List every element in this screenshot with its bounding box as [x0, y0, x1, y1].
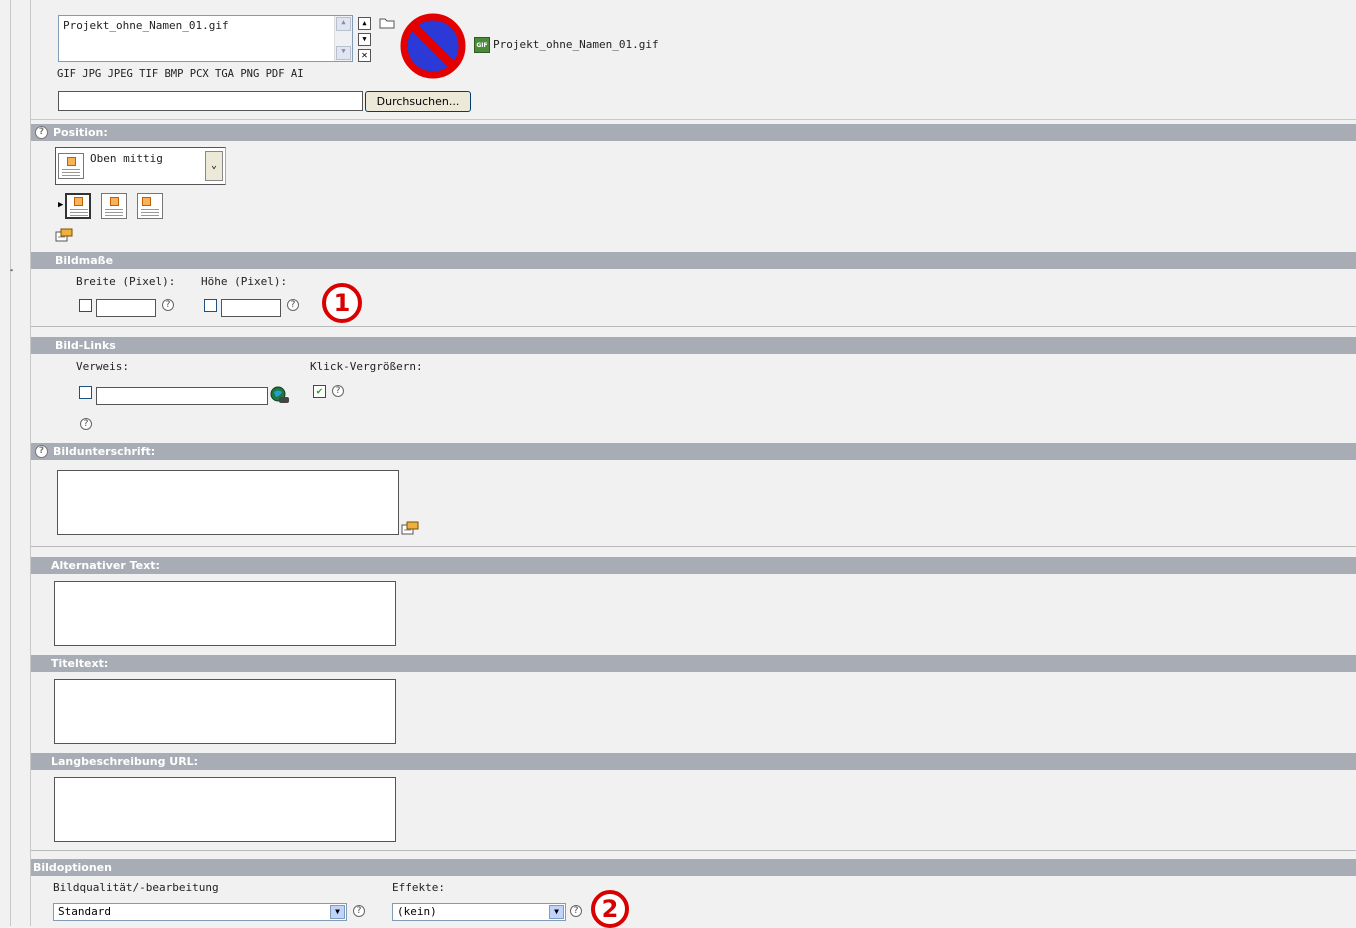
quality-selected-value: Standard — [58, 905, 111, 918]
file-section-divider — [31, 119, 1356, 120]
link-input[interactable] — [96, 387, 268, 405]
caption-header: ? Bildunterschrift: — [31, 443, 1356, 460]
link-browser-globe-icon[interactable] — [270, 386, 290, 407]
effects-label: Effekte: — [392, 881, 445, 894]
collapse-arrow-icon[interactable]: ◂ — [9, 266, 13, 274]
effects-select[interactable]: (kein) ▼ — [392, 903, 566, 921]
height-input[interactable] — [221, 299, 281, 317]
help-icon[interactable]: ? — [35, 126, 48, 139]
position-option-3[interactable] — [137, 193, 163, 219]
remove-icon[interactable]: ✕ — [358, 49, 371, 62]
thumbnail-filename[interactable]: Projekt_ohne_Namen_01.gif — [493, 38, 659, 51]
position-header: ? Position: — [31, 124, 1356, 141]
move-down-icon[interactable]: ▼ — [358, 33, 371, 46]
link-label: Verweis: — [76, 360, 129, 373]
options-header: Bildoptionen — [31, 859, 1356, 876]
left-gutter — [0, 0, 11, 926]
quality-label: Bildqualität/-bearbeitung — [53, 881, 219, 894]
title-text-textarea[interactable] — [54, 679, 396, 744]
position-select[interactable]: Oben mittig ⌄ — [55, 147, 226, 185]
click-enlarge-checkbox[interactable]: ✔ — [313, 385, 326, 398]
caption-textarea[interactable] — [57, 470, 399, 535]
effects-chevron-down-icon[interactable]: ▼ — [549, 905, 564, 919]
position-option-1[interactable] — [65, 193, 91, 219]
scroll-up-icon[interactable]: ▲ — [336, 17, 351, 31]
file-list-scrollbar[interactable]: ▲ ▼ — [334, 16, 352, 61]
height-help-icon[interactable]: ? — [287, 299, 299, 311]
dimensions-divider — [31, 326, 1356, 327]
caption-header-label: Bildunterschrift: — [53, 445, 156, 458]
quality-select[interactable]: Standard ▼ — [53, 903, 347, 921]
quality-chevron-down-icon[interactable]: ▼ — [330, 905, 345, 919]
caption-header-help-icon[interactable]: ? — [35, 445, 48, 458]
file-upload-input[interactable] — [58, 91, 363, 111]
longdesc-divider — [31, 850, 1356, 851]
move-up-icon[interactable]: ▲ — [358, 17, 371, 30]
width-label: Breite (Pixel): — [76, 275, 176, 288]
height-label: Höhe (Pixel): — [201, 275, 288, 288]
position-preview-icon — [58, 153, 84, 179]
scroll-down-icon[interactable]: ▼ — [336, 46, 351, 60]
position-option-2[interactable] — [101, 193, 127, 219]
gif-file-icon: GIF — [474, 37, 490, 53]
links-header: Bild-Links — [31, 337, 1356, 354]
dimensions-header: Bildmaße — [31, 252, 1356, 269]
alt-text-header: Alternativer Text: — [31, 557, 1356, 574]
effects-help-icon[interactable]: ? — [570, 905, 582, 917]
file-list[interactable]: Projekt_ohne_Namen_01.gif ▲ ▼ — [58, 15, 353, 62]
width-help-icon[interactable]: ? — [162, 299, 174, 311]
link-help-icon[interactable]: ? — [80, 418, 92, 430]
browse-button[interactable]: Durchsuchen... — [365, 91, 471, 112]
annotation-badge-1: 1 — [322, 283, 362, 323]
longdesc-textarea[interactable] — [54, 777, 396, 842]
link-checkbox[interactable] — [79, 386, 92, 399]
allowed-file-types: GIF JPG JPEG TIF BMP PCX TGA PNG PDF AI — [57, 68, 304, 80]
width-checkbox[interactable] — [79, 299, 92, 312]
height-checkbox[interactable] — [204, 299, 217, 312]
title-text-header: Titeltext: — [31, 655, 1356, 672]
effects-selected-value: (kein) — [397, 905, 437, 918]
click-enlarge-help-icon[interactable]: ? — [332, 385, 344, 397]
annotation-badge-2: 2 — [591, 890, 629, 928]
no-preview-icon — [400, 13, 466, 82]
file-list-item[interactable]: Projekt_ohne_Namen_01.gif — [63, 19, 229, 32]
edit-wizard-icon[interactable] — [55, 228, 73, 245]
alt-text-textarea[interactable] — [54, 581, 396, 646]
caption-wizard-icon[interactable] — [401, 521, 419, 538]
click-enlarge-label: Klick-Vergrößern: — [310, 360, 423, 373]
width-input[interactable] — [96, 299, 156, 317]
current-position-marker-icon: ▶ — [58, 200, 64, 210]
quality-help-icon[interactable]: ? — [353, 905, 365, 917]
position-header-label: Position: — [53, 126, 108, 139]
folder-icon[interactable] — [379, 17, 395, 32]
position-selected-value: Oben mittig — [90, 152, 163, 165]
chevron-down-icon[interactable]: ⌄ — [205, 151, 223, 181]
caption-divider — [31, 546, 1356, 547]
longdesc-header: Langbeschreibung URL: — [31, 753, 1356, 770]
